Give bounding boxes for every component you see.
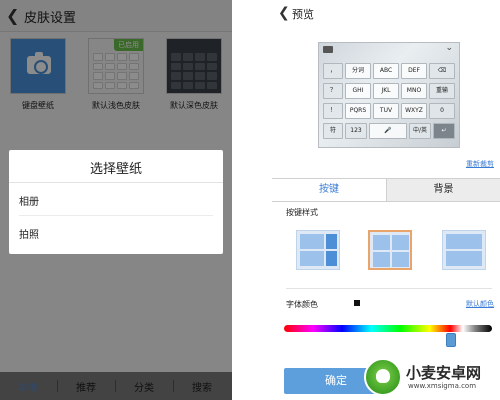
key[interactable]: GHI [345,83,371,99]
key[interactable]: 0 [429,103,455,119]
key-layout-option-3[interactable] [442,230,486,270]
watermark-url: www.xmsigma.com [408,382,477,390]
enter-icon[interactable]: ↵ [433,123,455,139]
android-logo-icon [364,358,402,396]
keyboard-row: ！ PQRS TUV WXYZ 0 [323,103,455,120]
choose-wallpaper-dialog: 选择壁纸 相册 拍照 [9,150,223,254]
header-bar: ❮ 预览 [272,0,500,28]
chevron-down-icon[interactable]: ⌄ [445,43,453,53]
key[interactable]: 符 [323,123,343,139]
divider [19,215,213,216]
color-spectrum-slider[interactable] [284,325,492,332]
key-layout-option-1[interactable] [296,230,340,270]
option-album[interactable]: 相册 [19,193,39,208]
key[interactable]: ？ [323,83,343,99]
page-title: 预览 [292,8,314,21]
key[interactable]: TUV [373,103,399,119]
watermark-text: 小麦安卓网 [406,364,482,382]
site-watermark: 小麦安卓网 www.xmsigma.com [362,352,500,400]
dialog-title: 选择壁纸 [89,162,142,177]
tab-background[interactable]: 背景 [386,179,500,201]
keyboard-row: ， 分词 ABC DEF ⌫ [323,63,455,80]
key[interactable]: 重输 [429,83,455,99]
key[interactable]: JKL [373,83,399,99]
chevron-left-icon[interactable]: ❮ [278,4,290,22]
key[interactable]: 中/英 [409,123,431,139]
key[interactable]: DEF [401,63,427,79]
key[interactable]: MNO [401,83,427,99]
tab-keys[interactable]: 按键 [272,179,386,201]
font-color-label: 字体颜色 [286,300,318,309]
key[interactable]: PQRS [345,103,371,119]
divider [286,288,492,289]
backspace-icon[interactable]: ⌫ [429,63,455,79]
tab-bar: 按键 背景 [272,178,500,202]
keyboard-toolbar: ⌄ [319,43,459,57]
key[interactable]: 分词 [345,63,371,79]
key[interactable]: ， [323,63,343,79]
font-color-swatch [354,300,360,306]
slider-handle[interactable] [446,333,456,347]
recrop-link[interactable]: 重新裁剪 [466,159,494,169]
key[interactable]: ！ [323,103,343,119]
key-layout-option-2[interactable] [368,230,412,270]
skin-settings-screen: ❮ 皮肤设置 键盘壁纸 已启用 默认浅色皮肤 默认深色皮肤 本地 推荐 分类 搜… [0,0,232,400]
keyboard-row: ？ GHI JKL MNO 重输 [323,83,455,100]
key[interactable]: ABC [373,63,399,79]
keyboard-preview: ⌄ ， 分词 ABC DEF ⌫ ？ GHI JKL MNO 重输 ！ PQRS… [318,42,460,148]
default-color-link[interactable]: 默认颜色 [466,299,494,309]
key[interactable]: 123 [345,123,367,139]
key-style-label: 按键样式 [286,208,318,217]
option-take-photo[interactable]: 拍照 [19,226,39,241]
key[interactable]: WXYZ [401,103,427,119]
divider [9,182,223,183]
preview-screen: ❮ 预览 ⌄ ， 分词 ABC DEF ⌫ ？ GHI JKL MNO 重输 ！… [272,0,500,400]
keyboard-row: 符 123 🎤 中/英 ↵ [323,123,455,140]
microphone-icon[interactable]: 🎤 [369,123,407,139]
keyboard-icon[interactable] [323,46,333,53]
